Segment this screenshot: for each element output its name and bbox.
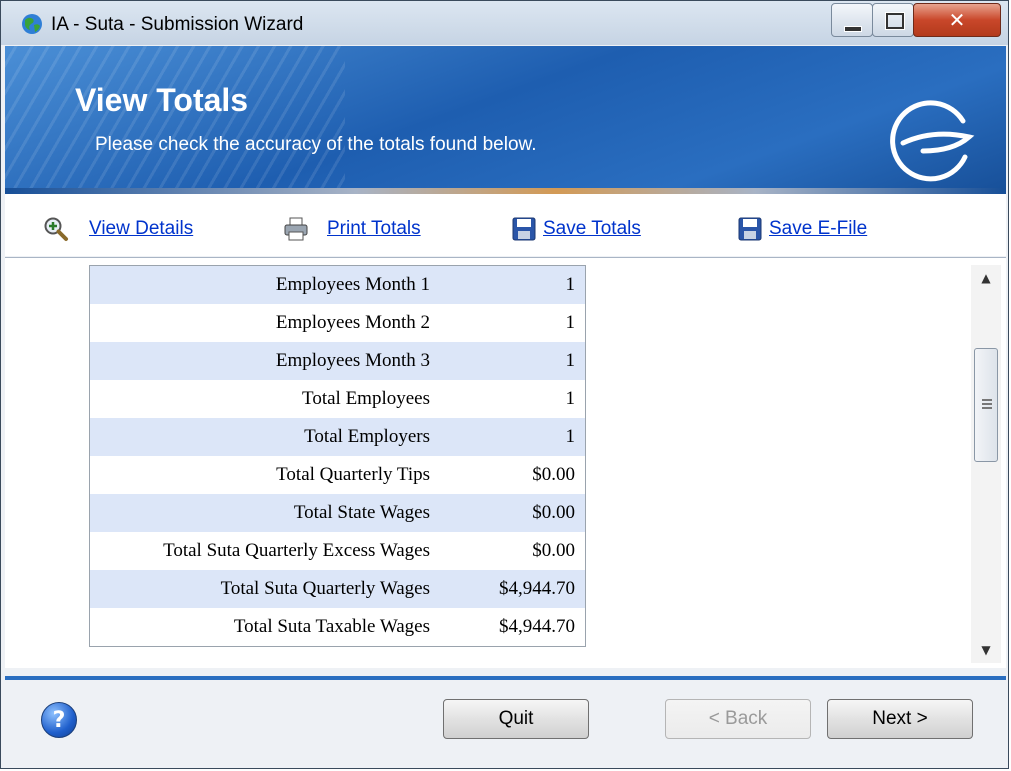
table-row: Employees Month 3 1	[89, 342, 586, 380]
quit-button[interactable]: Quit	[443, 699, 589, 739]
row-value: 1	[565, 350, 576, 371]
scroll-down-arrow-icon[interactable]: ▼	[971, 637, 1001, 663]
vertical-scrollbar[interactable]: ▲ ▼	[971, 265, 1001, 663]
page-title: View Totals	[75, 82, 249, 118]
row-label: Employees Month 1	[275, 274, 430, 295]
table-row: Total Suta Quarterly Excess Wages $0.00	[89, 532, 586, 570]
row-value: 1	[565, 388, 576, 409]
save-efile-label: Save E-File	[769, 218, 868, 239]
table-row: Total State Wages $0.00	[89, 494, 586, 532]
table-row: Total Suta Taxable Wages $4,944.70	[89, 608, 586, 647]
row-label: Total Employers	[304, 426, 430, 447]
table-row: Employees Month 2 1	[89, 304, 586, 342]
row-label: Total Suta Taxable Wages	[233, 616, 430, 637]
row-value: $0.00	[532, 502, 575, 523]
table-row: Total Employees 1	[89, 380, 586, 418]
totals-table: Employees Month 1 1 Employees Month 2 1 Em…	[89, 265, 586, 647]
row-value: 1	[565, 312, 576, 333]
save-totals-label: Save Totals	[543, 218, 641, 239]
row-label: Total Employees	[302, 388, 430, 409]
row-value: $0.00	[532, 540, 575, 561]
row-label: Total Suta Quarterly Excess Wages	[163, 540, 430, 561]
row-value: $4,944.70	[499, 616, 575, 637]
wizard-window: IA - Suta - Submission Wizard ✕ View Tot…	[0, 0, 1009, 769]
row-label: Employees Month 2	[275, 312, 430, 333]
globe-icon	[22, 14, 42, 34]
table-row: Total Suta Quarterly Wages $4,944.70	[89, 570, 586, 608]
scroll-up-arrow-icon[interactable]: ▲	[971, 265, 1001, 291]
page-subtitle: Please check the accuracy of the totals …	[95, 134, 537, 155]
magnifier-plus-icon	[44, 217, 68, 241]
maximize-button[interactable]	[872, 3, 914, 37]
floppy-disk-icon	[512, 217, 536, 241]
back-button: < Back	[665, 699, 811, 739]
table-row: Total Quarterly Tips $0.00	[89, 456, 586, 494]
row-label: Employees Month 3	[275, 350, 430, 371]
close-icon: ✕	[948, 8, 966, 32]
row-label: Total Suta Quarterly Wages	[220, 578, 430, 599]
header-banner: View Totals Please check the accuracy of…	[5, 46, 1006, 194]
footer: ? Quit < Back Next >	[5, 680, 1006, 766]
next-button[interactable]: Next >	[827, 699, 973, 739]
brand-logo-icon	[890, 100, 975, 182]
view-details-label: View Details	[89, 218, 194, 239]
minimize-icon	[844, 26, 862, 32]
help-icon[interactable]: ?	[41, 702, 77, 738]
row-label: Total Quarterly Tips	[276, 464, 430, 485]
close-button[interactable]: ✕	[913, 3, 1001, 37]
printer-icon	[284, 217, 308, 241]
table-row: Employees Month 1 1	[89, 265, 586, 304]
totals-panel: Employees Month 1 1 Employees Month 2 1 Em…	[5, 257, 1006, 668]
table-row: Total Employers 1	[89, 418, 586, 456]
row-value: $4,944.70	[499, 578, 575, 599]
toolbar: View Details Print Totals Save Totals Sa…	[5, 194, 1006, 256]
row-label: Total State Wages	[293, 502, 430, 523]
row-value: $0.00	[532, 464, 575, 485]
print-totals-label: Print Totals	[327, 218, 421, 239]
row-value: 1	[565, 426, 576, 447]
grip-icon	[982, 399, 992, 401]
floppy-disk-icon	[738, 217, 762, 241]
window-title: IA - Suta - Submission Wizard	[51, 14, 304, 35]
row-value: 1	[565, 274, 576, 295]
title-bar: IA - Suta - Submission Wizard ✕	[1, 1, 1008, 45]
scroll-thumb[interactable]	[974, 348, 998, 462]
maximize-icon	[886, 13, 904, 29]
minimize-button[interactable]	[831, 3, 873, 37]
